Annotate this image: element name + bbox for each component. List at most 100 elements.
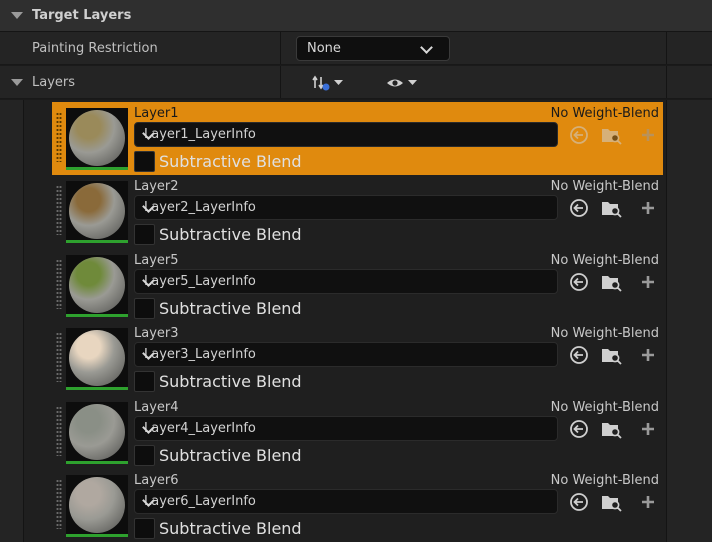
layer-info-value: Layer3_LayerInfo <box>144 347 256 362</box>
layer-row[interactable]: Layer5 No Weight-Blend Layer5_LayerInfo … <box>52 249 663 322</box>
indent-strip <box>0 100 24 542</box>
reset-arrow-icon[interactable] <box>568 272 590 292</box>
folder-search-icon[interactable] <box>601 345 623 365</box>
layer-thumbnail <box>66 402 128 464</box>
collapse-triangle-icon[interactable] <box>11 12 23 19</box>
layer-info-dropdown[interactable]: Layer2_LayerInfo <box>134 195 558 220</box>
column-divider-right <box>666 32 667 64</box>
layer-info-value: Layer5_LayerInfo <box>144 274 256 289</box>
layer-usage-bar <box>66 534 128 537</box>
layer-info-value: Layer2_LayerInfo <box>144 200 256 215</box>
reset-arrow-icon[interactable] <box>568 345 590 365</box>
layer-name: Layer6 <box>134 473 179 488</box>
subtractive-blend-checkbox[interactable] <box>134 518 155 539</box>
layers-collapse-triangle-icon[interactable] <box>11 79 23 86</box>
drag-handle-icon[interactable] <box>56 332 62 382</box>
subtractive-blend-checkbox[interactable] <box>134 445 155 466</box>
blend-mode-label: No Weight-Blend <box>550 326 659 341</box>
reset-arrow-icon[interactable] <box>568 419 590 439</box>
layer-name: Layer4 <box>134 400 179 415</box>
chevron-down-icon <box>420 41 433 54</box>
drag-handle-icon[interactable] <box>56 406 62 456</box>
layer-name: Layer3 <box>134 326 179 341</box>
layer-thumbnail <box>66 255 128 317</box>
blend-mode-label: No Weight-Blend <box>550 106 659 121</box>
layer-usage-bar <box>66 461 128 464</box>
subtractive-blend-checkbox[interactable] <box>134 298 155 319</box>
layer-usage-bar <box>66 167 128 170</box>
layer-info-dropdown[interactable]: Layer1_LayerInfo <box>134 122 558 147</box>
layer-info-value: Layer1_LayerInfo <box>144 127 256 142</box>
reset-arrow-icon[interactable] <box>568 492 590 512</box>
layer-info-value: Layer4_LayerInfo <box>144 421 256 436</box>
blend-mode-label: No Weight-Blend <box>550 400 659 415</box>
target-layers-header[interactable]: Target Layers <box>0 0 712 32</box>
subtractive-blend-label: Subtractive Blend <box>159 225 302 244</box>
painting-restriction-dropdown[interactable]: None <box>296 36 450 61</box>
subtractive-blend-label: Subtractive Blend <box>159 299 302 318</box>
layer-row[interactable]: Layer2 No Weight-Blend Layer2_LayerInfo … <box>52 175 663 248</box>
layer-usage-bar <box>66 387 128 390</box>
blend-mode-label: No Weight-Blend <box>550 473 659 488</box>
subtractive-blend-label: Subtractive Blend <box>159 152 302 171</box>
folder-search-icon[interactable] <box>601 419 623 439</box>
subtractive-blend-checkbox[interactable] <box>134 224 155 245</box>
layer-info-dropdown[interactable]: Layer5_LayerInfo <box>134 269 558 294</box>
blend-mode-label: No Weight-Blend <box>550 179 659 194</box>
plus-icon[interactable] <box>637 345 659 365</box>
layer-thumbnail <box>66 475 128 537</box>
painting-restriction-label: Painting Restriction <box>32 41 158 56</box>
folder-search-icon[interactable] <box>601 272 623 292</box>
layer-row[interactable]: Layer6 No Weight-Blend Layer6_LayerInfo … <box>52 469 663 542</box>
reset-arrow-icon[interactable] <box>568 125 590 145</box>
layer-thumbnail <box>66 328 128 390</box>
sort-icon[interactable] <box>312 74 346 92</box>
drag-handle-icon[interactable] <box>56 259 62 309</box>
subtractive-blend-label: Subtractive Blend <box>159 372 302 391</box>
layer-usage-bar <box>66 314 128 317</box>
eye-icon[interactable] <box>386 74 420 92</box>
reset-arrow-icon[interactable] <box>568 198 590 218</box>
column-divider[interactable] <box>280 32 281 64</box>
plus-icon[interactable] <box>637 198 659 218</box>
layer-info-dropdown[interactable]: Layer4_LayerInfo <box>134 416 558 441</box>
layer-name: Layer5 <box>134 253 179 268</box>
material-sphere <box>69 257 125 313</box>
material-sphere <box>69 183 125 239</box>
painting-restriction-value: None <box>307 41 341 56</box>
layer-row[interactable]: Layer3 No Weight-Blend Layer3_LayerInfo … <box>52 322 663 395</box>
layer-info-value: Layer6_LayerInfo <box>144 494 256 509</box>
drag-handle-icon[interactable] <box>56 479 62 529</box>
layer-name: Layer1 <box>134 106 179 121</box>
folder-search-icon[interactable] <box>601 125 623 145</box>
material-sphere <box>69 330 125 386</box>
section-title: Target Layers <box>32 8 132 23</box>
folder-search-icon[interactable] <box>601 198 623 218</box>
column-divider-right <box>666 66 667 98</box>
plus-icon[interactable] <box>637 125 659 145</box>
subtractive-blend-checkbox[interactable] <box>134 151 155 172</box>
material-sphere <box>69 404 125 460</box>
layer-info-dropdown[interactable]: Layer6_LayerInfo <box>134 489 558 514</box>
layer-row[interactable]: Layer4 No Weight-Blend Layer4_LayerInfo … <box>52 396 663 469</box>
plus-icon[interactable] <box>637 419 659 439</box>
column-divider[interactable] <box>280 66 281 98</box>
layer-row[interactable]: Layer1 No Weight-Blend Layer1_LayerInfo … <box>52 102 663 175</box>
layer-thumbnail <box>66 181 128 243</box>
layer-usage-bar <box>66 240 128 243</box>
material-sphere <box>69 477 125 533</box>
plus-icon[interactable] <box>637 272 659 292</box>
subtractive-blend-label: Subtractive Blend <box>159 519 302 538</box>
subtractive-blend-label: Subtractive Blend <box>159 446 302 465</box>
layer-thumbnail <box>66 108 128 170</box>
layers-row: Layers <box>0 66 712 99</box>
plus-icon[interactable] <box>637 492 659 512</box>
subtractive-blend-checkbox[interactable] <box>134 371 155 392</box>
drag-handle-icon[interactable] <box>56 185 62 235</box>
blend-mode-label: No Weight-Blend <box>550 253 659 268</box>
material-sphere <box>69 110 125 166</box>
layer-info-dropdown[interactable]: Layer3_LayerInfo <box>134 342 558 367</box>
folder-search-icon[interactable] <box>601 492 623 512</box>
layers-label: Layers <box>32 75 76 90</box>
drag-handle-icon[interactable] <box>56 112 62 162</box>
